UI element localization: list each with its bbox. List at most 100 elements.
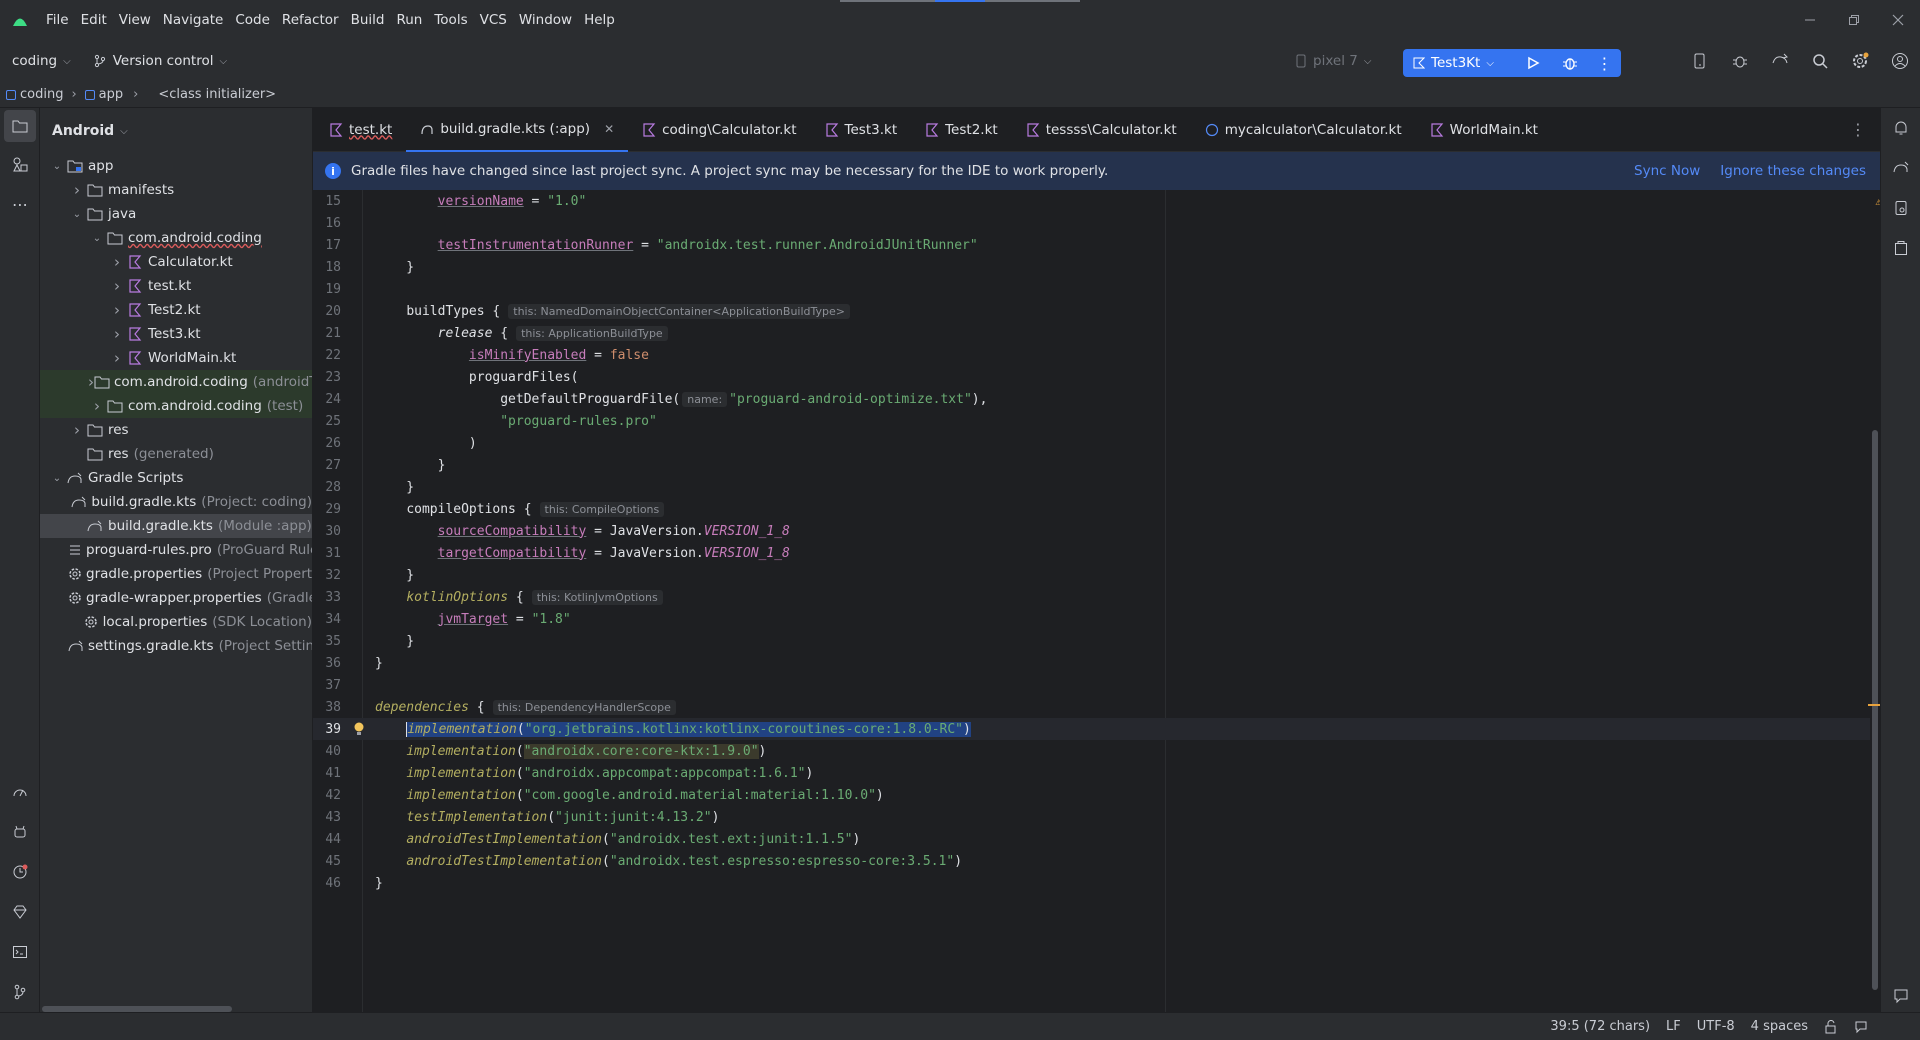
settings-gear-icon[interactable] bbox=[1840, 41, 1880, 81]
warning-marker[interactable] bbox=[1868, 704, 1880, 706]
more-tools-icon[interactable]: ⋯ bbox=[0, 184, 40, 224]
tree-item[interactable]: ⌄ com.android.coding bbox=[40, 226, 312, 250]
breadcrumb-item[interactable]: coding bbox=[20, 87, 63, 102]
tree-item[interactable]: › test.kt bbox=[40, 274, 312, 298]
profiler-icon[interactable] bbox=[0, 772, 40, 812]
running-devices-icon[interactable] bbox=[1881, 228, 1920, 268]
run-config-selector[interactable]: Test3Kt ⌵ bbox=[1413, 55, 1506, 71]
tree-item[interactable]: build.gradle.kts (Project: coding) bbox=[40, 490, 312, 514]
git-branch-icon[interactable] bbox=[0, 972, 40, 1012]
more-actions-icon[interactable]: ⋮ bbox=[1588, 49, 1621, 77]
menu-view[interactable]: View bbox=[113, 12, 157, 28]
terminal-icon[interactable] bbox=[0, 932, 40, 972]
minimize-icon[interactable] bbox=[1788, 0, 1832, 40]
android-device-icon[interactable] bbox=[0, 812, 40, 852]
chevron-down-icon[interactable]: ⌄ bbox=[48, 161, 66, 172]
feedback-icon[interactable] bbox=[1846, 1020, 1876, 1034]
resource-manager-icon[interactable] bbox=[0, 144, 40, 184]
debug-button[interactable] bbox=[1551, 49, 1588, 77]
gem-icon[interactable] bbox=[0, 892, 40, 932]
device-explorer-icon[interactable] bbox=[1881, 188, 1920, 228]
close-window-icon[interactable] bbox=[1876, 0, 1920, 40]
notifications-bell-icon[interactable] bbox=[1881, 108, 1920, 148]
breadcrumb-item[interactable]: <class initializer> bbox=[158, 87, 276, 102]
tree-item[interactable]: local.properties (SDK Location) bbox=[40, 610, 312, 634]
tree-item[interactable]: › com.android.coding (test) bbox=[40, 394, 312, 418]
gradle-elephant-icon[interactable] bbox=[1881, 148, 1920, 188]
menu-code[interactable]: Code bbox=[229, 12, 276, 28]
gradle-sync-icon[interactable] bbox=[1760, 41, 1800, 81]
menu-navigate[interactable]: Navigate bbox=[157, 12, 230, 28]
file-encoding[interactable]: UTF-8 bbox=[1689, 1019, 1743, 1034]
search-icon[interactable] bbox=[1800, 41, 1840, 81]
menu-edit[interactable]: Edit bbox=[75, 12, 113, 28]
menu-help[interactable]: Help bbox=[578, 12, 621, 28]
menu-vcs[interactable]: VCS bbox=[474, 12, 513, 28]
project-folder-icon[interactable] bbox=[4, 110, 36, 142]
tree-item[interactable]: res (generated) bbox=[40, 442, 312, 466]
tab-test3-kt[interactable]: Test3.kt bbox=[811, 108, 912, 152]
tree-item[interactable]: build.gradle.kts (Module :app) bbox=[40, 514, 312, 538]
menu-window[interactable]: Window bbox=[513, 12, 578, 28]
close-tab-icon[interactable]: ✕ bbox=[604, 122, 614, 136]
menu-build[interactable]: Build bbox=[345, 12, 391, 28]
vcs-selector[interactable]: Version control ⌵ bbox=[93, 53, 227, 69]
project-selector[interactable]: coding ⌵ bbox=[12, 53, 71, 69]
tab-coding-calculator[interactable]: coding\Calculator.kt bbox=[628, 108, 810, 152]
tab-overflow-menu-icon[interactable]: ⋮ bbox=[1850, 120, 1866, 139]
tree-item[interactable]: › WorldMain.kt bbox=[40, 346, 312, 370]
restore-icon[interactable] bbox=[1832, 0, 1876, 40]
menu-file[interactable]: File bbox=[40, 12, 75, 28]
tree-item[interactable]: ⌄ java bbox=[40, 202, 312, 226]
scrollbar-thumb[interactable] bbox=[1872, 430, 1878, 990]
project-view-selector[interactable]: Android ⌵ bbox=[40, 108, 312, 154]
menu-tools[interactable]: Tools bbox=[428, 12, 473, 28]
tab-tessss-calculator[interactable]: tessss\Calculator.kt bbox=[1012, 108, 1191, 152]
chevron-right-icon[interactable]: › bbox=[88, 397, 106, 415]
chevron-down-icon[interactable]: ⌄ bbox=[48, 473, 66, 484]
tree-item[interactable]: proguard-rules.pro(ProGuard Rules for ":… bbox=[40, 538, 312, 562]
tree-item[interactable]: › res bbox=[40, 418, 312, 442]
tree-item[interactable]: › manifests bbox=[40, 178, 312, 202]
tree-item[interactable]: ⌄ app bbox=[40, 154, 312, 178]
vertical-scrollbar[interactable]: ⚠ bbox=[1868, 190, 1880, 1012]
run-button[interactable] bbox=[1514, 49, 1551, 77]
tab-test2-kt[interactable]: Test2.kt bbox=[911, 108, 1012, 152]
chevron-down-icon[interactable]: ⌄ bbox=[68, 209, 86, 220]
tab-mycalculator-calculator[interactable]: mycalculator\Calculator.kt bbox=[1191, 108, 1416, 152]
chevron-right-icon[interactable]: › bbox=[68, 421, 86, 439]
sync-now-link[interactable]: Sync Now bbox=[1634, 163, 1700, 179]
tab-build-gradle-app[interactable]: build.gradle.kts (:app) ✕ bbox=[406, 107, 629, 152]
menu-refactor[interactable]: Refactor bbox=[276, 12, 345, 28]
tree-item[interactable]: gradle.properties(Project Properties) bbox=[40, 562, 312, 586]
tab-worldmain-kt[interactable]: WorldMain.kt bbox=[1416, 108, 1552, 152]
menu-run[interactable]: Run bbox=[390, 12, 428, 28]
chevron-right-icon[interactable]: › bbox=[108, 325, 126, 343]
problems-clock-icon[interactable] bbox=[0, 852, 40, 892]
bug-report-icon[interactable] bbox=[1720, 41, 1760, 81]
account-icon[interactable] bbox=[1880, 41, 1920, 81]
code-editor[interactable]: 15 versionName = "1.0" 16 17 testInstrum… bbox=[313, 190, 1880, 1012]
chevron-right-icon[interactable]: › bbox=[108, 253, 126, 271]
tree-item[interactable]: gradle-wrapper.properties(Gradle Version… bbox=[40, 586, 312, 610]
cursor-position[interactable]: 39:5 (72 chars) bbox=[1542, 1019, 1658, 1034]
device-selector[interactable]: pixel 7 ⌵ bbox=[1295, 53, 1371, 69]
lightbulb-icon[interactable] bbox=[353, 721, 365, 737]
chevron-right-icon[interactable]: › bbox=[108, 277, 126, 295]
tree-item[interactable]: › Test2.kt bbox=[40, 298, 312, 322]
tree-item[interactable]: ⌄ Gradle Scripts bbox=[40, 466, 312, 490]
chat-icon[interactable] bbox=[1893, 988, 1909, 1004]
line-ending[interactable]: LF bbox=[1658, 1019, 1689, 1034]
chevron-right-icon[interactable]: › bbox=[68, 181, 86, 199]
tree-item[interactable]: › Calculator.kt bbox=[40, 250, 312, 274]
chevron-down-icon[interactable]: ⌄ bbox=[88, 233, 106, 244]
indent-setting[interactable]: 4 spaces bbox=[1743, 1019, 1816, 1034]
chevron-right-icon[interactable]: › bbox=[108, 301, 126, 319]
tree-item[interactable]: ›com.android.coding(androidTest) bbox=[40, 370, 312, 394]
device-manager-icon[interactable] bbox=[1680, 41, 1720, 81]
ignore-changes-link[interactable]: Ignore these changes bbox=[1720, 163, 1866, 179]
unlock-icon[interactable] bbox=[1816, 1019, 1846, 1034]
chevron-right-icon[interactable]: › bbox=[108, 349, 126, 367]
tree-item[interactable]: › Test3.kt bbox=[40, 322, 312, 346]
tree-item[interactable]: settings.gradle.kts(Project Settings) bbox=[40, 634, 312, 658]
